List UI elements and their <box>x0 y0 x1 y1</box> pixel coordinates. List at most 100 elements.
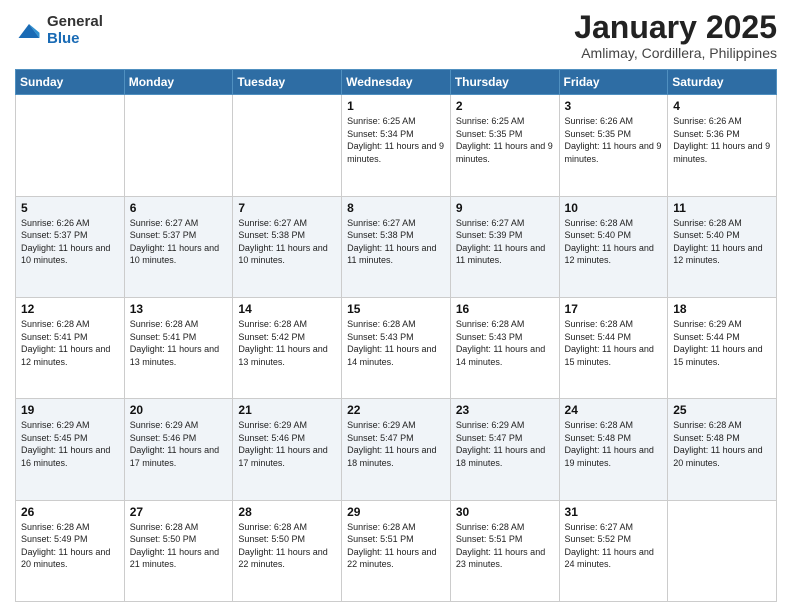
day-number: 15 <box>347 302 445 316</box>
calendar-day-cell: 31 Sunrise: 6:27 AMSunset: 5:52 PMDayligh… <box>559 500 668 601</box>
calendar-day-cell: 18Sunrise: 6:29 AMSunset: 5:44 PMDayligh… <box>668 297 777 398</box>
calendar-day-cell: 15 Sunrise: 6:28 AMSunset: 5:43 PMDayligh… <box>342 297 451 398</box>
day-info: Sunrise: 6:28 AMSunset: 5:51 PMDaylight:… <box>456 521 554 571</box>
calendar-day-cell: 26Sunrise: 6:28 AMSunset: 5:49 PMDayligh… <box>16 500 125 601</box>
calendar-day-cell: 30 Sunrise: 6:28 AMSunset: 5:51 PMDayligh… <box>450 500 559 601</box>
logo-icon <box>15 17 43 45</box>
day-number: 21 <box>238 403 336 417</box>
day-info: Sunrise: 6:28 AMSunset: 5:50 PMDaylight:… <box>238 521 336 571</box>
day-number: 28 <box>238 505 336 519</box>
logo-blue-text: Blue <box>47 31 103 48</box>
day-number: 25 <box>673 403 771 417</box>
day-info: Sunrise: 6:29 AMSunset: 5:46 PMDaylight:… <box>130 419 228 469</box>
title-block: January 2025 Amlimay, Cordillera, Philip… <box>574 10 777 61</box>
calendar-week-row: 12 Sunrise: 6:28 AMSunset: 5:41 PMDayligh… <box>16 297 777 398</box>
day-number: 11 <box>673 201 771 215</box>
calendar-day-cell: 27 Sunrise: 6:28 AMSunset: 5:50 PMDayligh… <box>124 500 233 601</box>
day-number: 9 <box>456 201 554 215</box>
weekday-header: Saturday <box>668 70 777 95</box>
calendar-day-cell: 22 Sunrise: 6:29 AMSunset: 5:47 PMDayligh… <box>342 399 451 500</box>
logo-general-text: General <box>47 14 103 31</box>
calendar-day-cell: 9Sunrise: 6:27 AMSunset: 5:39 PMDaylight… <box>450 196 559 297</box>
page-subtitle: Amlimay, Cordillera, Philippines <box>574 45 777 61</box>
calendar-day-cell: 24Sunrise: 6:28 AMSunset: 5:48 PMDayligh… <box>559 399 668 500</box>
page-title: January 2025 <box>574 10 777 45</box>
calendar-day-cell: 5 Sunrise: 6:26 AMSunset: 5:37 PMDaylight… <box>16 196 125 297</box>
day-info: Sunrise: 6:28 AMSunset: 5:43 PMDaylight:… <box>347 318 445 368</box>
calendar-week-row: 26Sunrise: 6:28 AMSunset: 5:49 PMDayligh… <box>16 500 777 601</box>
day-number: 30 <box>456 505 554 519</box>
day-info: Sunrise: 6:28 AMSunset: 5:41 PMDaylight:… <box>21 318 119 368</box>
day-info: Sunrise: 6:27 AMSunset: 5:38 PMDaylight:… <box>347 217 445 267</box>
calendar-day-cell: 13 Sunrise: 6:28 AMSunset: 5:41 PMDayligh… <box>124 297 233 398</box>
day-info: Sunrise: 6:29 AMSunset: 5:47 PMDaylight:… <box>456 419 554 469</box>
calendar-day-cell <box>16 95 125 196</box>
weekday-header: Wednesday <box>342 70 451 95</box>
day-number: 29 <box>347 505 445 519</box>
day-info: Sunrise: 6:29 AMSunset: 5:47 PMDaylight:… <box>347 419 445 469</box>
weekday-header: Thursday <box>450 70 559 95</box>
day-number: 6 <box>130 201 228 215</box>
calendar-table: SundayMondayTuesdayWednesdayThursdayFrid… <box>15 69 777 602</box>
day-number: 19 <box>21 403 119 417</box>
calendar-day-cell: 16 Sunrise: 6:28 AMSunset: 5:43 PMDayligh… <box>450 297 559 398</box>
calendar-week-row: 5 Sunrise: 6:26 AMSunset: 5:37 PMDaylight… <box>16 196 777 297</box>
day-number: 20 <box>130 403 228 417</box>
day-info: Sunrise: 6:28 AMSunset: 5:48 PMDaylight:… <box>565 419 663 469</box>
day-number: 22 <box>347 403 445 417</box>
weekday-header: Sunday <box>16 70 125 95</box>
day-info: Sunrise: 6:26 AMSunset: 5:35 PMDaylight:… <box>565 115 663 165</box>
day-number: 5 <box>21 201 119 215</box>
logo: General Blue <box>15 14 103 47</box>
calendar-day-cell: 7Sunrise: 6:27 AMSunset: 5:38 PMDaylight… <box>233 196 342 297</box>
day-info: Sunrise: 6:28 AMSunset: 5:50 PMDaylight:… <box>130 521 228 571</box>
day-info: Sunrise: 6:29 AMSunset: 5:44 PMDaylight:… <box>673 318 771 368</box>
day-number: 4 <box>673 99 771 113</box>
day-number: 12 <box>21 302 119 316</box>
day-info: Sunrise: 6:28 AMSunset: 5:51 PMDaylight:… <box>347 521 445 571</box>
calendar-day-cell: 23Sunrise: 6:29 AMSunset: 5:47 PMDayligh… <box>450 399 559 500</box>
calendar-header-row: SundayMondayTuesdayWednesdayThursdayFrid… <box>16 70 777 95</box>
calendar-day-cell: 2 Sunrise: 6:25 AMSunset: 5:35 PMDaylight… <box>450 95 559 196</box>
day-info: Sunrise: 6:25 AMSunset: 5:34 PMDaylight:… <box>347 115 445 165</box>
day-number: 1 <box>347 99 445 113</box>
calendar-day-cell <box>668 500 777 601</box>
day-info: Sunrise: 6:28 AMSunset: 5:40 PMDaylight:… <box>565 217 663 267</box>
day-number: 13 <box>130 302 228 316</box>
day-info: Sunrise: 6:25 AMSunset: 5:35 PMDaylight:… <box>456 115 554 165</box>
day-info: Sunrise: 6:28 AMSunset: 5:43 PMDaylight:… <box>456 318 554 368</box>
day-number: 14 <box>238 302 336 316</box>
calendar-day-cell: 8Sunrise: 6:27 AMSunset: 5:38 PMDaylight… <box>342 196 451 297</box>
calendar-day-cell: 19Sunrise: 6:29 AMSunset: 5:45 PMDayligh… <box>16 399 125 500</box>
day-info: Sunrise: 6:28 AMSunset: 5:44 PMDaylight:… <box>565 318 663 368</box>
day-info: Sunrise: 6:28 AMSunset: 5:49 PMDaylight:… <box>21 521 119 571</box>
calendar-day-cell: 6 Sunrise: 6:27 AMSunset: 5:37 PMDaylight… <box>124 196 233 297</box>
calendar-day-cell <box>124 95 233 196</box>
day-number: 27 <box>130 505 228 519</box>
day-number: 17 <box>565 302 663 316</box>
calendar-week-row: 1 Sunrise: 6:25 AMSunset: 5:34 PMDaylight… <box>16 95 777 196</box>
header: General Blue January 2025 Amlimay, Cordi… <box>15 10 777 61</box>
day-info: Sunrise: 6:28 AMSunset: 5:41 PMDaylight:… <box>130 318 228 368</box>
calendar-day-cell: 25Sunrise: 6:28 AMSunset: 5:48 PMDayligh… <box>668 399 777 500</box>
calendar-day-cell: 21 Sunrise: 6:29 AMSunset: 5:46 PMDayligh… <box>233 399 342 500</box>
day-info: Sunrise: 6:27 AMSunset: 5:37 PMDaylight:… <box>130 217 228 267</box>
day-info: Sunrise: 6:27 AMSunset: 5:52 PMDaylight:… <box>565 521 663 571</box>
day-number: 2 <box>456 99 554 113</box>
calendar-day-cell: 1 Sunrise: 6:25 AMSunset: 5:34 PMDaylight… <box>342 95 451 196</box>
weekday-header: Tuesday <box>233 70 342 95</box>
calendar-day-cell: 28 Sunrise: 6:28 AMSunset: 5:50 PMDayligh… <box>233 500 342 601</box>
calendar-day-cell: 29 Sunrise: 6:28 AMSunset: 5:51 PMDayligh… <box>342 500 451 601</box>
weekday-header: Friday <box>559 70 668 95</box>
day-info: Sunrise: 6:28 AMSunset: 5:42 PMDaylight:… <box>238 318 336 368</box>
calendar-day-cell: 17 Sunrise: 6:28 AMSunset: 5:44 PMDayligh… <box>559 297 668 398</box>
calendar-day-cell: 4Sunrise: 6:26 AMSunset: 5:36 PMDaylight… <box>668 95 777 196</box>
day-info: Sunrise: 6:29 AMSunset: 5:46 PMDaylight:… <box>238 419 336 469</box>
day-number: 16 <box>456 302 554 316</box>
day-info: Sunrise: 6:27 AMSunset: 5:38 PMDaylight:… <box>238 217 336 267</box>
day-info: Sunrise: 6:26 AMSunset: 5:37 PMDaylight:… <box>21 217 119 267</box>
calendar-day-cell: 10Sunrise: 6:28 AMSunset: 5:40 PMDayligh… <box>559 196 668 297</box>
day-number: 3 <box>565 99 663 113</box>
calendar-day-cell: 3 Sunrise: 6:26 AMSunset: 5:35 PMDaylight… <box>559 95 668 196</box>
day-number: 31 <box>565 505 663 519</box>
